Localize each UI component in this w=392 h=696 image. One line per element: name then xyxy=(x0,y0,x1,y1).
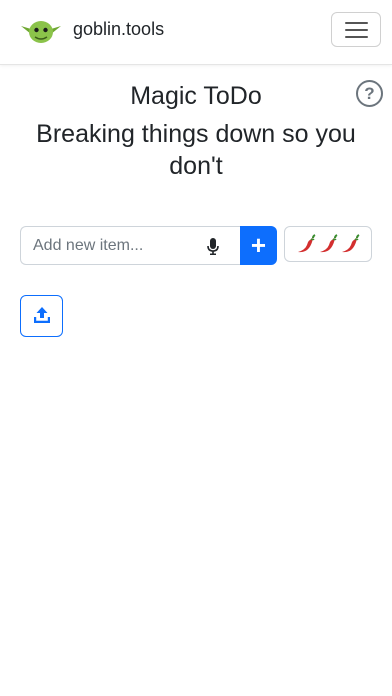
chili-pepper-icon xyxy=(320,234,338,253)
add-item-button[interactable]: + xyxy=(240,226,277,265)
new-item-group: + xyxy=(20,226,277,265)
chili-pepper-icon xyxy=(298,234,316,253)
page-title: Magic ToDo xyxy=(130,82,262,110)
top-navbar: goblin.tools xyxy=(0,0,392,65)
hamburger-menu-icon xyxy=(345,22,368,24)
upload-icon xyxy=(34,307,50,323)
chili-pepper-icon xyxy=(342,234,360,253)
plus-icon: + xyxy=(250,230,267,260)
upload-button[interactable] xyxy=(20,295,63,337)
brand-name[interactable]: goblin.tools xyxy=(73,19,164,40)
page-subtitle: Breaking things down so you don't xyxy=(36,120,356,180)
menu-toggle-button[interactable] xyxy=(331,12,381,47)
question-circle-icon[interactable]: ? xyxy=(356,80,383,107)
goblin-head-icon[interactable] xyxy=(19,17,63,45)
microphone-icon[interactable] xyxy=(207,238,219,255)
spiciness-button[interactable] xyxy=(284,226,372,262)
